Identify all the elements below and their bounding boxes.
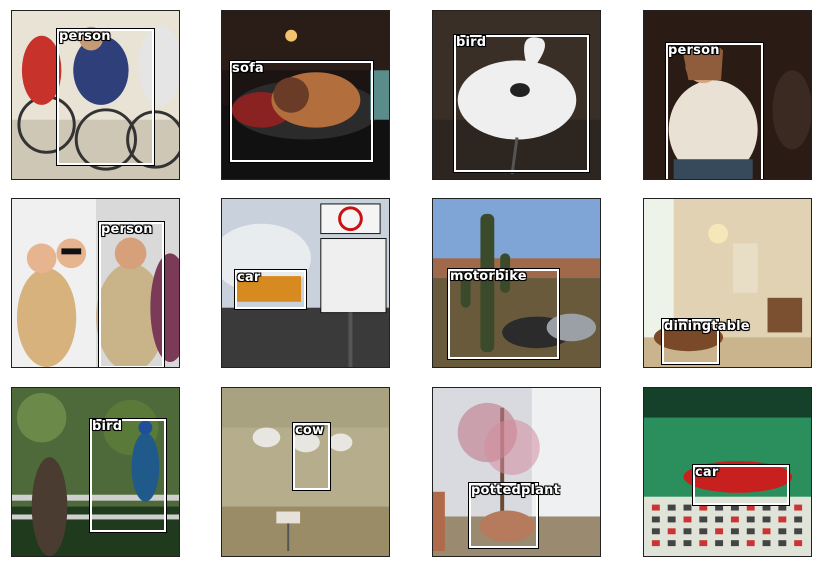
bounding-box xyxy=(98,221,165,367)
bounding-box xyxy=(229,60,374,163)
class-label: person xyxy=(101,222,153,237)
image-panel: person xyxy=(643,10,812,180)
class-label: car xyxy=(237,270,261,285)
image-panel: pottedplant xyxy=(432,387,601,557)
image-panel: diningtable xyxy=(643,198,812,368)
image-panel: bird xyxy=(11,387,180,557)
image-panel: motorbike xyxy=(432,198,601,368)
class-label: cow xyxy=(295,423,325,438)
class-label: sofa xyxy=(232,61,264,76)
class-label: person xyxy=(668,43,720,58)
class-label: bird xyxy=(92,419,123,434)
image-panel: sofa xyxy=(221,10,390,180)
bounding-box xyxy=(56,28,155,166)
class-label: person xyxy=(59,29,111,44)
bounding-box xyxy=(89,418,167,533)
class-label: diningtable xyxy=(664,319,750,334)
image-panel: person xyxy=(11,10,180,180)
class-label: bird xyxy=(456,35,487,50)
class-label: motorbike xyxy=(450,269,527,284)
image-panel: car xyxy=(643,387,812,557)
image-panel: bird xyxy=(432,10,601,180)
bounding-box xyxy=(665,42,764,179)
image-panel: cow xyxy=(221,387,390,557)
class-label: pottedplant xyxy=(471,483,560,498)
detection-grid: person sofa bird person person car motorbike di… xyxy=(0,0,823,568)
image-panel: person xyxy=(11,198,180,368)
class-label: car xyxy=(695,465,719,480)
image-panel: car xyxy=(221,198,390,368)
bounding-box xyxy=(453,34,590,173)
